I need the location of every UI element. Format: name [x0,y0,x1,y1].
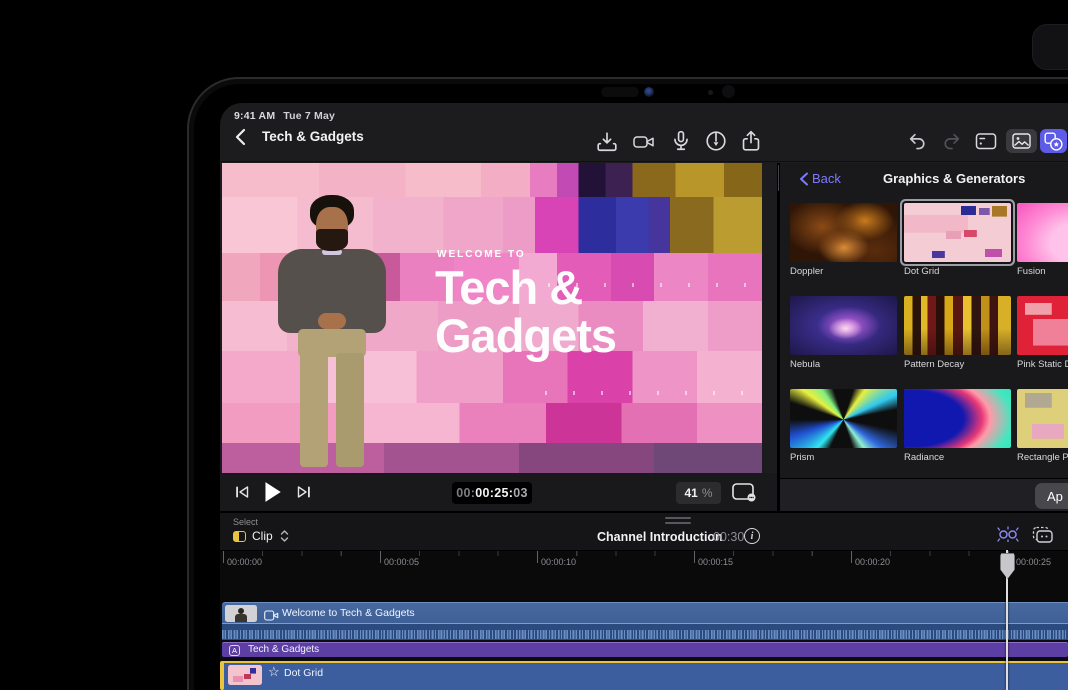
clip-mode-selector[interactable]: Clip [252,529,273,543]
preview-kicker-text: WELCOME TO [437,249,526,260]
video-viewer[interactable]: WELCOME TO Tech & Gadgets [222,163,762,473]
generator-thumb-pattern-decay[interactable] [904,296,1011,355]
info-icon[interactable]: i [744,528,760,544]
clip-label: Tech & Gadgets [248,644,319,655]
generator-thumb-nebula[interactable] [790,296,897,355]
app-screen: 9:41 AM Tue 7 May Tech & Gadgets [220,103,1068,690]
clip-label: Dot Grid [284,667,323,679]
chevron-up-down-icon[interactable] [280,529,289,548]
generator-label: Rectangle Pix [1017,452,1068,463]
generator-label: Prism [790,452,814,463]
project-title: Tech & Gadgets [262,129,364,144]
preview-art [222,163,762,197]
generator-thumb-fusion[interactable] [1017,203,1068,262]
generators-star-icon [1044,132,1063,151]
preview-title-line2: Gadgets [435,313,616,359]
clip-audio-waveform[interactable] [222,623,1068,640]
preview-title-line1: Tech & [435,265,582,311]
timecode-display[interactable]: 00:00:25:03 [452,482,532,504]
microphone-icon[interactable] [670,130,692,152]
title-badge-icon: A [229,645,240,656]
apple-pencil-corner [1032,24,1068,70]
panel-back-link[interactable]: Back [812,171,841,186]
screenshot-canvas: 9:41 AM Tue 7 May Tech & Gadgets [0,0,1068,690]
viewer-overlay-icon[interactable] [731,481,757,503]
skip-to-end-icon[interactable] [296,484,312,500]
skip-to-start-icon[interactable] [234,484,250,500]
front-camera-lens [644,87,654,97]
generator-label: Pink Static De [1017,359,1068,370]
audio-waveform [222,630,1068,639]
clip-mode-icon [233,531,246,542]
panel-title: Graphics & Generators [883,171,1025,186]
inspector-icon[interactable] [975,132,997,151]
titlebar-divider [220,161,1068,162]
graphics-generators-button[interactable] [1040,129,1067,153]
generator-label: Fusion [1017,266,1046,277]
bezel-sensor-dot [708,90,713,95]
play-button[interactable] [261,480,283,504]
generator-thumb-rectangle-pix[interactable] [1017,389,1068,448]
clip-video-welcome[interactable]: Welcome to Tech & Gadgets [222,602,1068,623]
ruler-tick-label: 00:00:05 [384,557,419,567]
ruler-tick-label: 00:00:20 [855,557,890,567]
generator-thumb-radiance[interactable] [904,389,1011,448]
undo-icon[interactable] [907,131,928,152]
transport-bar: 00:00:25:03 41% [220,473,777,511]
status-bar: 9:41 AM Tue 7 May [234,110,335,122]
clip-label: Welcome to Tech & Gadgets [282,607,415,619]
connect-clips-icon[interactable] [996,526,1020,547]
pencil-tool-icon[interactable] [705,130,727,152]
back-chevron-icon[interactable] [234,128,248,146]
generator-thumb-dot-grid[interactable] [904,203,1011,262]
camera-icon[interactable] [632,132,656,152]
redo-icon[interactable] [941,131,962,152]
clip-title-tech-gadgets[interactable]: A Tech & Gadgets [222,642,1068,657]
clip-trim-handle-left[interactable] [220,661,224,690]
timeline-toolbar: Select Clip Channel Introduction 00:30 i [220,511,1068,550]
generator-label: Dot Grid [904,266,939,277]
generator-label: Nebula [790,359,820,370]
share-icon[interactable] [740,130,762,152]
status-date: Tue 7 May [283,110,335,122]
ruler-tick-label: 00:00:10 [541,557,576,567]
timeline-ruler[interactable]: 00:00:00 00:00:05 00:00:10 00:00:15 00:0… [220,550,1068,603]
generator-label: Doppler [790,266,823,277]
clip-video-thumbnail [225,605,257,622]
panel-footer: Ap [780,478,1068,512]
bezel-sensor-ring [722,85,735,98]
generator-thumb-pink-static[interactable] [1017,296,1068,355]
select-mode-label: Select [233,517,258,527]
picture-in-picture-icon[interactable] [1032,526,1054,549]
generator-thumb-doppler[interactable] [790,203,897,262]
generator-label: Pattern Decay [904,359,964,370]
panel-back-chevron-icon[interactable] [799,172,809,191]
timeline-project-title: Channel Introduction [597,530,723,544]
front-camera-pill [601,87,639,97]
ruler-tick-label: 00:00:15 [698,557,733,567]
import-icon[interactable] [596,131,618,153]
ruler-tick-label: 00:00:25 [1016,557,1051,567]
timeline-drag-handle[interactable] [665,517,691,519]
zoom-level-control[interactable]: 41% [676,482,721,504]
generator-star-icon: ☆ [268,664,280,680]
status-time: 9:41 AM [234,110,275,122]
apply-button[interactable]: Ap [1035,483,1068,509]
generator-clip-thumbnail [228,665,262,685]
generator-label: Radiance [904,452,944,463]
clip-generator-dot-grid-selected[interactable]: ☆ Dot Grid [222,661,1068,690]
timeline-duration: 00:30 [713,530,744,544]
media-browser-button[interactable] [1006,129,1037,153]
photos-icon [1012,133,1031,149]
graphics-generators-panel: Back Graphics & Generators Doppler Dot G… [780,163,1068,478]
ruler-tick-label: 00:00:00 [227,557,262,567]
generator-thumb-prism[interactable] [790,389,897,448]
